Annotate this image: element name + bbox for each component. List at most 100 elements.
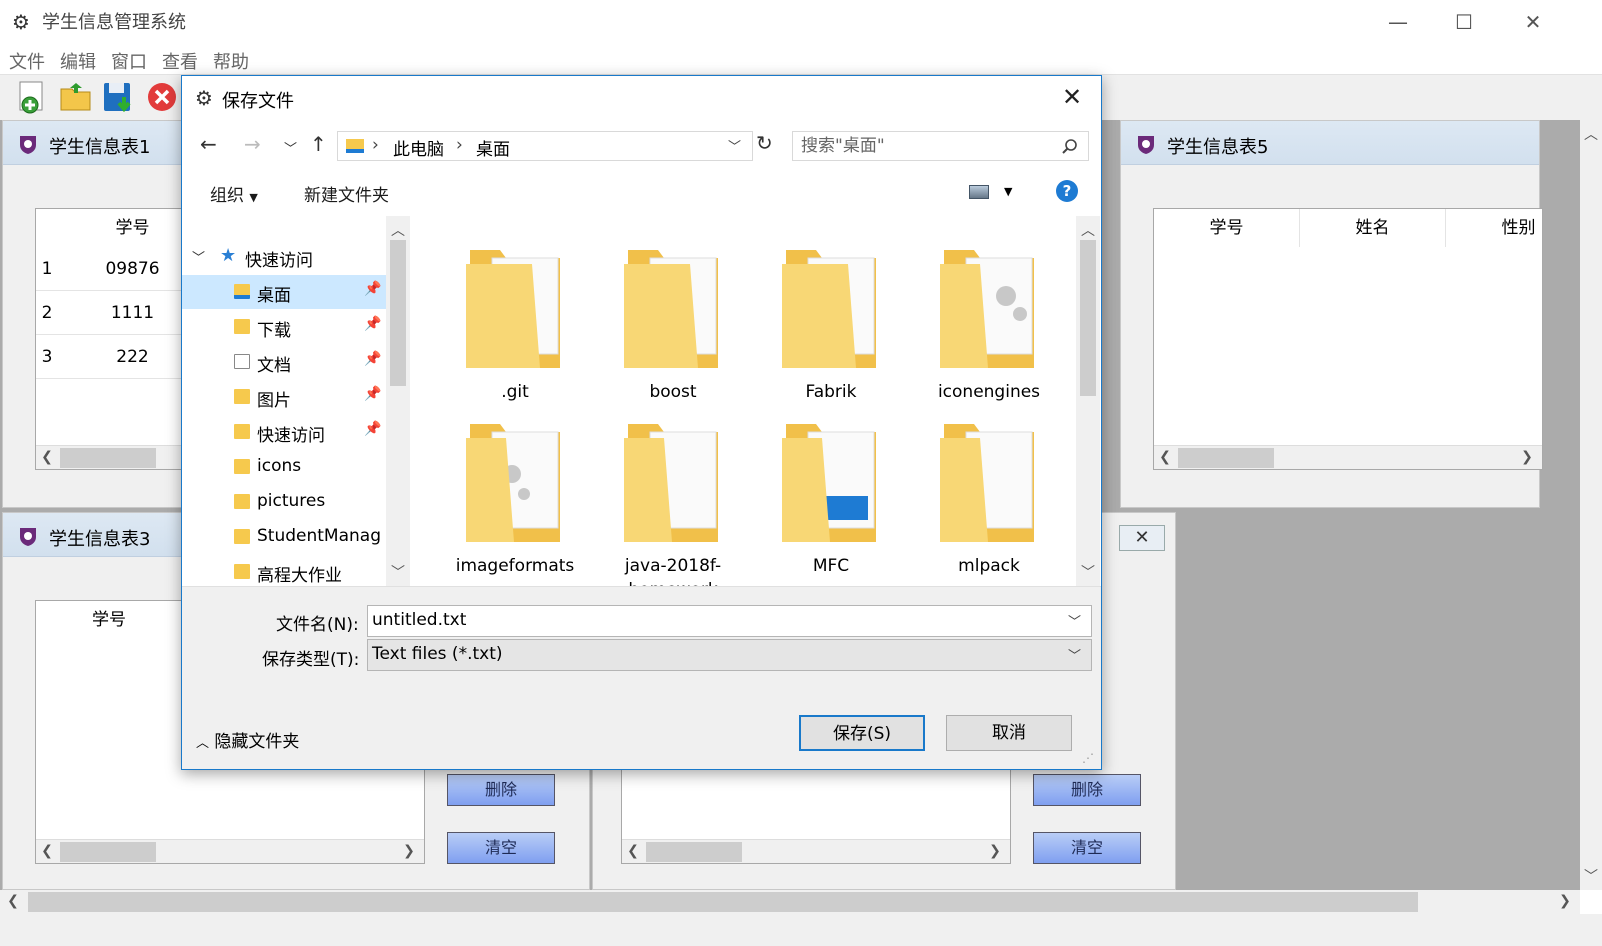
refresh-icon[interactable]: ↻ (756, 131, 773, 155)
chevron-down-icon[interactable]: ﹀ (1068, 645, 1081, 664)
folder-item[interactable]: java-2018f-homework (598, 412, 748, 586)
scroll-thumb[interactable] (60, 842, 156, 862)
clear-button[interactable]: 清空 (1033, 832, 1141, 864)
table-hscrollbar[interactable]: ❮ ❯ (36, 839, 424, 863)
open-folder-button[interactable] (58, 79, 94, 115)
address-bar[interactable]: › 此电脑 › 桌面 ﹀ (337, 131, 753, 161)
scroll-thumb[interactable] (390, 240, 406, 386)
scroll-thumb[interactable] (646, 842, 742, 862)
filename-value[interactable]: untitled.txt (372, 610, 466, 630)
scroll-thumb[interactable] (28, 892, 1418, 912)
clear-button[interactable]: 清空 (447, 832, 555, 864)
folder-item[interactable]: imageformats (440, 412, 590, 582)
column-header[interactable]: 性别 (1446, 209, 1542, 247)
nav-item-pictures[interactable]: 图片 📌 (182, 380, 386, 414)
dialog-close-button[interactable]: ✕ (1062, 83, 1082, 111)
scroll-thumb[interactable] (1080, 240, 1096, 396)
nav-item-quick-access[interactable]: ﹀ ★ 快速访问 (182, 240, 386, 274)
folder-item[interactable]: .git (440, 238, 590, 408)
save-file-button[interactable]: 保存(S) (799, 715, 925, 751)
filetype-value[interactable]: Text files (*.txt) (372, 644, 503, 664)
column-header[interactable]: 姓名 (1300, 209, 1446, 247)
recent-locations-icon[interactable]: ﹀ (284, 138, 297, 157)
nav-item-documents[interactable]: 文档 📌 (182, 345, 386, 379)
child-window-sheet1[interactable]: 学生信息表1 学号 1 09876 2 1111 3 222 ❮ (2, 120, 215, 508)
scroll-down-icon[interactable]: ﹀ (1077, 562, 1099, 582)
scroll-down-icon[interactable]: ﹀ (387, 562, 409, 582)
filetype-select[interactable]: Text files (*.txt) ﹀ (367, 639, 1092, 671)
save-button[interactable] (100, 79, 136, 115)
folder-item[interactable]: mlpack (914, 412, 1064, 582)
child-title-bar[interactable]: 学生信息表5 (1121, 121, 1539, 165)
nav-item-pictures-folder[interactable]: pictures (182, 485, 386, 519)
chevron-down-icon[interactable]: ﹀ (192, 247, 205, 266)
scroll-right-icon[interactable]: ❯ (1554, 893, 1576, 909)
delete-button[interactable]: 删除 (447, 774, 555, 806)
chevron-down-icon[interactable]: ﹀ (728, 136, 741, 155)
view-options-icon[interactable] (969, 185, 989, 199)
column-header[interactable]: 学号 (36, 601, 182, 639)
forward-arrow-icon[interactable]: → (244, 132, 261, 156)
scroll-thumb[interactable] (1178, 448, 1274, 468)
maximize-button[interactable]: ☐ (1441, 0, 1487, 44)
scroll-left-icon[interactable]: ❮ (36, 843, 58, 859)
save-file-dialog[interactable]: ⚙ 保存文件 ✕ ← → ﹀ ↑ › 此电脑 › 桌面 ﹀ ↻ 组织 ▼ 新建文… (181, 75, 1102, 770)
scroll-up-icon[interactable]: ︿ (1077, 220, 1099, 240)
breadcrumb-item[interactable]: 此电脑 (393, 135, 444, 160)
file-scrollbar[interactable]: ︿ ﹀ (1076, 216, 1100, 586)
student-table[interactable]: 学号 姓名 性别 ❮ ❯ (1153, 208, 1543, 470)
menu-help[interactable]: 帮助 (213, 48, 249, 74)
nav-item-quick-access-folder[interactable]: 快速访问 📌 (182, 415, 386, 449)
close-child-button[interactable]: ✕ (1119, 525, 1165, 551)
scroll-up-icon[interactable]: ︿ (387, 220, 409, 240)
cancel-button[interactable]: 取消 (946, 715, 1072, 751)
filename-combo[interactable]: untitled.txt ﹀ (367, 605, 1092, 637)
help-icon[interactable]: ? (1056, 180, 1078, 202)
chevron-down-icon[interactable]: ﹀ (1068, 611, 1081, 630)
menu-edit[interactable]: 编辑 (60, 48, 96, 74)
menu-file[interactable]: 文件 (9, 48, 45, 74)
navigation-pane[interactable]: ﹀ ★ 快速访问 桌面 📌 下载 📌 文档 📌 图片 📌 快速访问 📌 icon… (182, 216, 386, 586)
scroll-left-icon[interactable]: ❮ (2, 893, 24, 909)
close-doc-button[interactable] (144, 79, 180, 115)
scroll-right-icon[interactable]: ❯ (398, 843, 420, 859)
caret-down-icon[interactable]: ▼ (1004, 185, 1012, 198)
scroll-left-icon[interactable]: ❮ (36, 449, 58, 465)
new-file-button[interactable] (14, 79, 50, 115)
nav-item-studentmanag[interactable]: StudentManag (182, 520, 386, 554)
table-hscrollbar[interactable]: ❮ ❯ (1154, 445, 1542, 469)
new-folder-button[interactable]: 新建文件夹 (304, 181, 389, 206)
resize-grip-icon[interactable]: ⋰ (1082, 751, 1094, 765)
back-arrow-icon[interactable]: ← (200, 132, 217, 156)
scroll-thumb[interactable] (60, 448, 156, 468)
nav-item-desktop[interactable]: 桌面 📌 (182, 275, 386, 309)
breadcrumb-item[interactable]: 桌面 (476, 135, 510, 160)
nav-item-homework[interactable]: 高程大作业 (182, 555, 386, 586)
column-header[interactable]: 学号 (1154, 209, 1300, 247)
scroll-right-icon[interactable]: ❯ (984, 843, 1006, 859)
folder-item[interactable]: MFC (756, 412, 906, 582)
nav-item-icons[interactable]: icons (182, 450, 386, 484)
scroll-right-icon[interactable]: ❯ (1516, 449, 1538, 465)
scroll-left-icon[interactable]: ❮ (622, 843, 644, 859)
search-input[interactable] (801, 135, 1051, 157)
close-window-button[interactable]: ✕ (1510, 0, 1556, 44)
child-window-sheet5[interactable]: 学生信息表5 学号 姓名 性别 ❮ ❯ (1120, 120, 1543, 508)
scroll-down-icon[interactable]: ﹀ (1580, 866, 1602, 886)
table-hscrollbar[interactable]: ❮ ❯ (622, 839, 1010, 863)
child-title-bar[interactable]: 学生信息表1 (3, 121, 201, 165)
mdi-hscrollbar[interactable]: ❮ ❯ (0, 890, 1580, 914)
folder-item[interactable]: boost (598, 238, 748, 408)
hide-folders-toggle[interactable]: ︿ 隐藏文件夹 (196, 727, 299, 752)
menu-window[interactable]: 窗口 (111, 48, 147, 74)
up-arrow-icon[interactable]: ↑ (310, 132, 327, 156)
folder-item[interactable]: iconengines (914, 238, 1064, 408)
mdi-vscrollbar[interactable]: ︿ ﹀ (1580, 120, 1602, 890)
menu-view[interactable]: 查看 (162, 48, 198, 74)
nav-item-downloads[interactable]: 下载 📌 (182, 310, 386, 344)
delete-button[interactable]: 删除 (1033, 774, 1141, 806)
file-list[interactable]: .git boost Fabrik iconengines imageforma… (412, 216, 1076, 586)
folder-item[interactable]: Fabrik (756, 238, 906, 408)
search-box[interactable] (792, 131, 1089, 161)
nav-scrollbar[interactable]: ︿ ﹀ (386, 216, 410, 586)
